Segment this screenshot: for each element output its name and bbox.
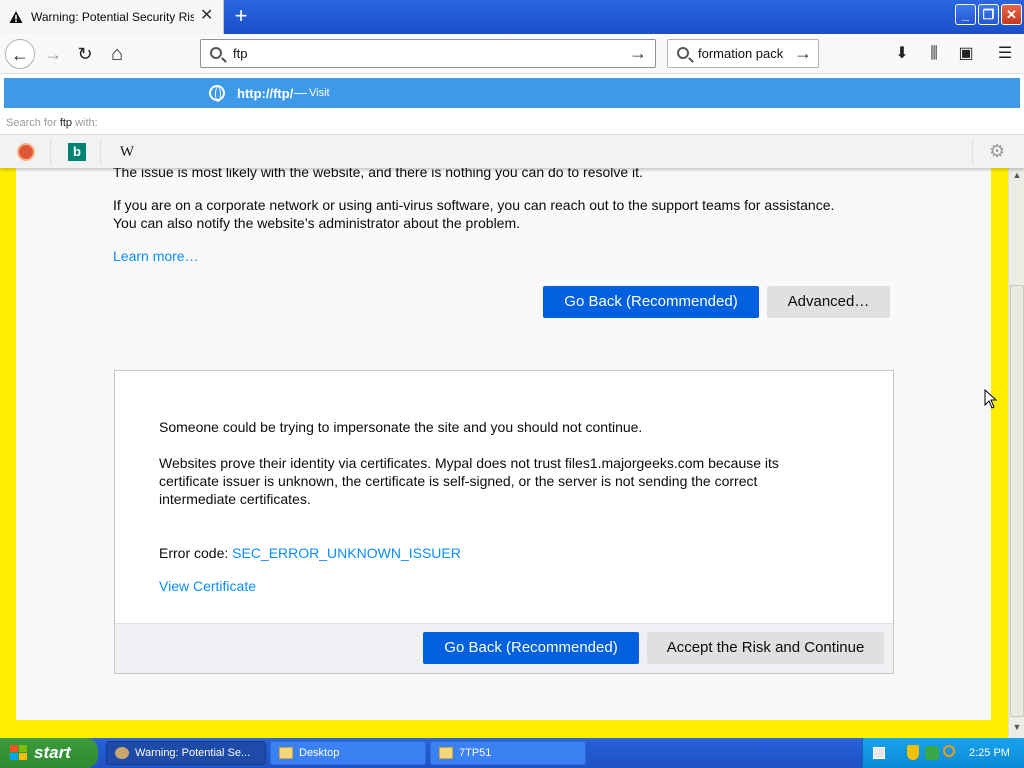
- engine-divider: [100, 139, 101, 165]
- engine-divider: [50, 139, 51, 165]
- folder-icon: [279, 747, 293, 759]
- taskbar-item-desktop[interactable]: Desktop: [270, 741, 426, 765]
- taskbar-item-label: Desktop: [299, 747, 340, 759]
- suggestion-action: Visit: [309, 87, 330, 99]
- certificate-text-line-2: certificate issuer is unknown, the certi…: [159, 473, 758, 489]
- warning-icon: [9, 11, 23, 23]
- home-button[interactable]: ⌂: [102, 39, 132, 69]
- tab-security-warning[interactable]: Warning: Potential Security Risk Ahead ✕: [0, 0, 224, 34]
- globe-icon: [209, 85, 225, 102]
- wikipedia-icon[interactable]: W: [118, 143, 136, 161]
- suggestion-visit-row[interactable]: http://ftp/ — Visit: [4, 78, 1020, 108]
- back-button[interactable]: ←: [5, 39, 35, 69]
- bing-icon[interactable]: b: [68, 143, 86, 161]
- error-code-link[interactable]: SEC_ERROR_UNKNOWN_ISSUER: [232, 545, 461, 561]
- new-tab-button[interactable]: +: [228, 3, 254, 29]
- engine-divider: [972, 139, 973, 165]
- url-bar[interactable]: ftp →: [200, 39, 656, 68]
- start-label: start: [34, 743, 71, 762]
- advanced-panel-footer: Go Back (Recommended) Accept the Risk an…: [115, 623, 893, 673]
- search-for-suffix: with:: [75, 117, 98, 129]
- tab-close-icon[interactable]: ✕: [200, 8, 213, 24]
- advanced-button[interactable]: Advanced…: [767, 286, 890, 318]
- restore-button[interactable]: ❐: [978, 4, 999, 25]
- library-icon[interactable]: ⫼: [921, 41, 947, 67]
- certificate-text-line-1: Websites prove their identity via certif…: [159, 455, 779, 471]
- tab-title: Warning: Potential Security Risk Ahead: [31, 10, 194, 24]
- reload-button[interactable]: ↻: [70, 39, 100, 69]
- search-icon: [677, 47, 689, 59]
- error-code-row: Error code: SEC_ERROR_UNKNOWN_ISSUER: [159, 544, 461, 562]
- error-page: The issue is most likely with the websit…: [16, 164, 991, 720]
- start-button[interactable]: start: [0, 738, 98, 768]
- menu-icon[interactable]: ☰: [992, 41, 1018, 67]
- search-input[interactable]: formation pack: [698, 46, 793, 61]
- scroll-up-icon[interactable]: ▲: [1011, 170, 1023, 184]
- search-for-term: ftp: [59, 117, 73, 129]
- taskbar-item-label: 7TP51: [459, 747, 492, 759]
- network-icon[interactable]: [925, 746, 939, 760]
- corporate-text-line-1: If you are on a corporate network or usi…: [113, 197, 835, 213]
- taskbar-item-label: Warning: Potential Se...: [135, 747, 251, 759]
- downloads-icon[interactable]: ⬇: [889, 41, 915, 67]
- search-for-prefix: Search for: [6, 117, 57, 129]
- mouse-cursor-icon: [984, 389, 998, 409]
- suggestion-url: http://ftp/: [237, 86, 294, 101]
- taskbar-item-browser[interactable]: Warning: Potential Se...: [106, 741, 266, 765]
- go-back-button[interactable]: Go Back (Recommended): [543, 286, 759, 318]
- windows-logo-icon: [10, 745, 27, 760]
- security-shield-icon[interactable]: [907, 745, 919, 760]
- search-tray-icon[interactable]: [943, 745, 955, 757]
- search-bar[interactable]: formation pack →: [667, 39, 819, 68]
- vertical-scrollbar[interactable]: ▲ ▼: [1008, 168, 1024, 738]
- clock: 2:25 PM: [969, 747, 1010, 759]
- error-code-label: Error code:: [159, 545, 229, 561]
- keyboard-icon[interactable]: [873, 747, 885, 759]
- system-tray: 2:25 PM: [862, 738, 1024, 768]
- scroll-thumb[interactable]: [1010, 285, 1024, 717]
- close-window-button[interactable]: ✕: [1001, 4, 1022, 25]
- gear-icon[interactable]: ⚙: [989, 141, 1005, 162]
- navigation-toolbar: ← → ↻ ⌂ ftp → formation pack → ⬇ ⫼ ▣ ☰: [0, 34, 1024, 74]
- scroll-down-icon[interactable]: ▼: [1011, 722, 1023, 736]
- search-engine-bar: b W ⚙: [0, 134, 1024, 168]
- url-autocomplete-popup: http://ftp/ — Visit Search for ftp with:…: [0, 74, 1024, 168]
- search-icon: [210, 47, 222, 59]
- search-for-label: Search for ftp with:: [6, 117, 98, 129]
- taskbar: start Warning: Potential Se... Desktop 7…: [0, 738, 1024, 768]
- suggestion-separator: —: [294, 85, 307, 100]
- page-border: The issue is most likely with the websit…: [0, 164, 1008, 738]
- search-go-icon[interactable]: →: [794, 43, 812, 64]
- minimize-button[interactable]: _: [955, 4, 976, 25]
- certificate-text-line-3: intermediate certificates.: [159, 491, 311, 507]
- browser-icon: [115, 747, 129, 759]
- learn-more-link[interactable]: Learn more…: [113, 247, 199, 265]
- sidebar-icon[interactable]: ▣: [953, 41, 979, 67]
- advanced-panel: Someone could be trying to impersonate t…: [114, 370, 894, 674]
- corporate-text-line-2: You can also notify the website’s admini…: [113, 215, 521, 231]
- go-back-button-secondary[interactable]: Go Back (Recommended): [423, 632, 639, 664]
- forward-button[interactable]: →: [38, 39, 68, 69]
- taskbar-item-7tp51[interactable]: 7TP51: [430, 741, 586, 765]
- impersonate-text: Someone could be trying to impersonate t…: [159, 419, 643, 435]
- accept-risk-button[interactable]: Accept the Risk and Continue: [647, 632, 884, 664]
- go-arrow-icon[interactable]: →: [629, 43, 647, 64]
- view-certificate-link[interactable]: View Certificate: [159, 577, 256, 595]
- duckduckgo-icon[interactable]: [17, 143, 35, 161]
- url-input[interactable]: ftp: [233, 46, 247, 61]
- folder-icon: [439, 747, 453, 759]
- title-bar: Warning: Potential Security Risk Ahead ✕…: [0, 0, 1024, 34]
